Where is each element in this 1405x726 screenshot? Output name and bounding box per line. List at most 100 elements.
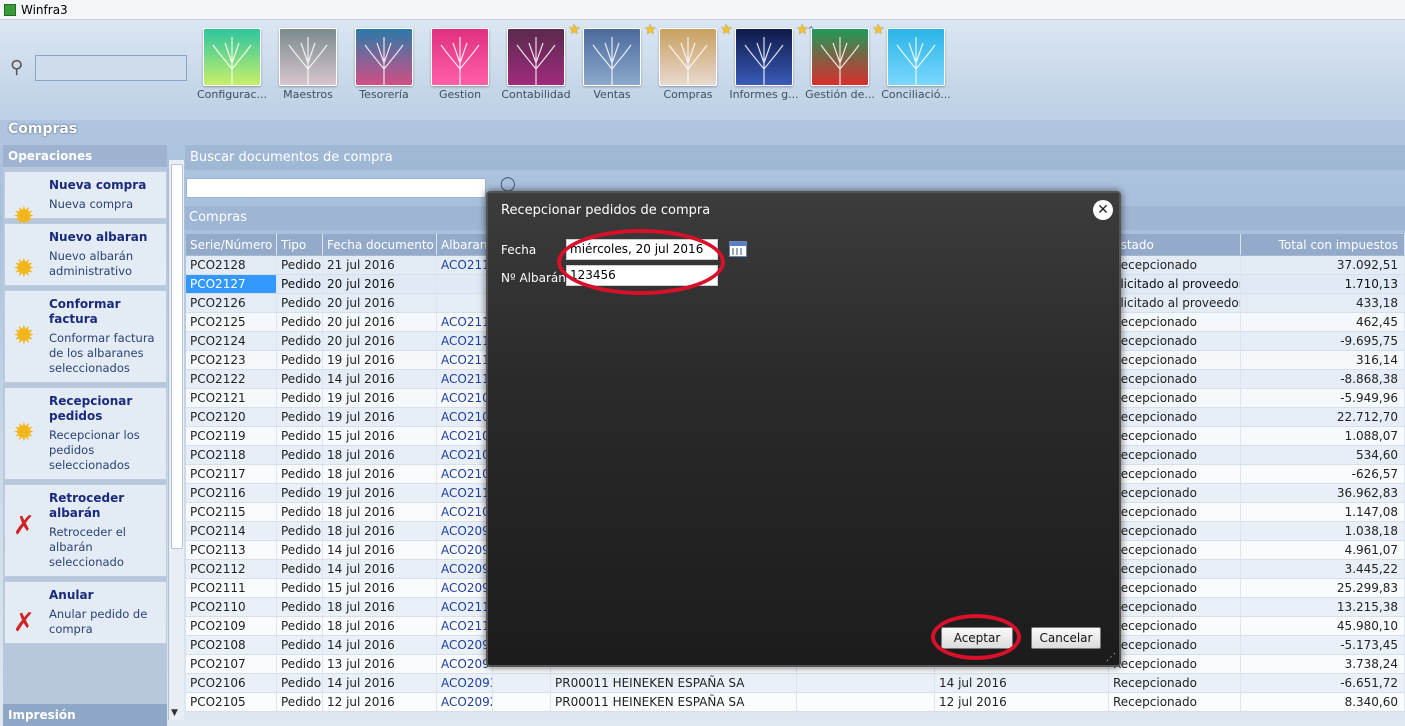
resize-grip-icon[interactable]: ⋰ xyxy=(1106,652,1116,663)
table-cell[interactable]: ACO211 xyxy=(437,370,493,388)
column-header[interactable]: Fecha documento xyxy=(323,234,437,255)
module-tile[interactable]: Maestros xyxy=(270,28,346,108)
table-cell: PCO2113 xyxy=(186,541,277,559)
module-tile[interactable]: ★ Conciliació... xyxy=(872,22,954,108)
table-cell[interactable]: ACO210 xyxy=(437,427,493,445)
table-cell[interactable]: ACO211 xyxy=(437,351,493,369)
table-cell: Pedido xyxy=(277,351,323,369)
table-cell: 15 jul 2016 xyxy=(323,427,437,445)
module-label: Compras xyxy=(663,88,713,101)
table-cell xyxy=(797,674,935,692)
document-search-input[interactable] xyxy=(186,178,486,198)
module-label: Conciliació... xyxy=(881,88,951,101)
module-tile[interactable]: Contabilidad xyxy=(498,28,574,108)
table-cell[interactable]: ACO210 xyxy=(437,389,493,407)
column-header[interactable]: Estado xyxy=(1109,234,1241,255)
scroll-down-icon[interactable]: ▼ xyxy=(171,708,178,718)
table-cell[interactable]: ACO209 xyxy=(437,579,493,597)
table-cell[interactable]: ACO209 xyxy=(437,560,493,578)
chevron-up-icon[interactable]: ⌃ xyxy=(806,24,816,38)
table-cell: Pedido xyxy=(277,275,323,293)
table-cell[interactable]: ACO211 xyxy=(437,598,493,616)
action-link[interactable]: Anular pedido de compra xyxy=(49,607,162,637)
module-tile[interactable]: Configurac... xyxy=(194,28,270,108)
module-tile[interactable]: ★ Ventas xyxy=(568,22,650,108)
table-cell[interactable]: ACO2092 xyxy=(437,693,493,711)
action-link[interactable]: Retroceder el albarán seleccionado xyxy=(49,525,162,570)
table-cell[interactable]: ACO209 xyxy=(437,636,493,654)
search-icon[interactable]: ⚲ xyxy=(10,57,23,78)
module-tile[interactable]: ★ Compras xyxy=(644,22,726,108)
table-cell: 25.299,83 xyxy=(1241,579,1405,597)
search-icon[interactable]: ◯ xyxy=(500,176,516,192)
sun-icon: ✹ xyxy=(13,418,35,448)
module-tile[interactable]: Tesorería xyxy=(346,28,422,108)
column-header[interactable]: Tipo xyxy=(277,234,323,255)
table-cell[interactable]: ACO211 xyxy=(437,256,493,274)
table-cell[interactable]: ACO211 xyxy=(437,617,493,635)
table-cell: Pedido xyxy=(277,579,323,597)
app-icon xyxy=(4,3,16,16)
cancel-button[interactable]: Cancelar xyxy=(1031,627,1101,649)
action-link[interactable]: Recepcionar los pedidos seleccionados xyxy=(49,428,162,473)
print-section-header[interactable]: Impresión xyxy=(3,704,167,726)
table-cell[interactable]: ACO209 xyxy=(437,522,493,540)
table-cell[interactable]: ACO210 xyxy=(437,465,493,483)
action-link[interactable]: Conformar factura de los albaranes selec… xyxy=(49,331,162,376)
action-item[interactable]: ✹ Conformar factura Conformar factura de l… xyxy=(4,290,167,383)
table-cell[interactable]: ACO211 xyxy=(437,313,493,331)
action-item[interactable]: ✗ Retroceder albarán Retroceder el albarán… xyxy=(4,484,167,577)
column-header[interactable]: Albaran xyxy=(437,234,493,255)
action-link[interactable]: Nuevo albarán administrativo xyxy=(49,249,162,279)
close-icon[interactable]: ✕ xyxy=(1093,200,1113,220)
table-cell: 8.340,60 xyxy=(1241,693,1405,711)
table-row[interactable]: PCO2105 Pedido 12 jul 2016 ACO2092 PR00011 H… xyxy=(186,693,1405,712)
module-tile[interactable]: Gestion xyxy=(422,28,498,108)
operations-header: Operaciones xyxy=(3,145,167,167)
scrollbar-thumb[interactable] xyxy=(171,164,183,549)
table-cell[interactable]: ACO210 xyxy=(437,408,493,426)
table-cell: PCO2125 xyxy=(186,313,277,331)
table-cell: Pedido xyxy=(277,446,323,464)
table-cell: Pedido xyxy=(277,636,323,654)
tree-icon xyxy=(279,28,337,86)
column-header[interactable]: Total con impuestos xyxy=(1241,234,1405,255)
table-cell: 18 jul 2016 xyxy=(323,522,437,540)
table-cell[interactable]: ACO210 xyxy=(437,503,493,521)
table-cell: 14 jul 2016 xyxy=(323,636,437,654)
action-item[interactable]: ✹ Nueva compra Nueva compra xyxy=(4,171,167,232)
table-cell: Recepcionado xyxy=(1109,332,1241,350)
module-tile[interactable]: ★ Informes g... xyxy=(720,22,802,108)
calendar-icon[interactable] xyxy=(729,241,747,257)
table-cell[interactable]: ACO211 xyxy=(437,332,493,350)
table-cell: PCO2123 xyxy=(186,351,277,369)
table-cell: 462,45 xyxy=(1241,313,1405,331)
table-cell[interactable] xyxy=(437,294,493,312)
table-cell: Recepcionado xyxy=(1109,389,1241,407)
action-item[interactable]: ✗ Anular Anular pedido de compra xyxy=(4,581,167,644)
table-cell: -5.949,96 xyxy=(1241,389,1405,407)
tree-icon xyxy=(659,28,717,86)
table-cell[interactable]: ACO209 xyxy=(437,541,493,559)
table-cell[interactable]: ACO209 xyxy=(437,655,493,673)
module-search-input[interactable] xyxy=(35,55,187,81)
action-item[interactable]: ✹ Nuevo albaran Nuevo albarán administrati… xyxy=(4,223,167,286)
action-link[interactable]: Nueva compra xyxy=(49,197,162,212)
table-cell[interactable] xyxy=(437,275,493,293)
table-cell: 13.215,38 xyxy=(1241,598,1405,616)
table-cell: olicitado al proveedor xyxy=(1109,294,1241,312)
table-cell xyxy=(797,693,935,711)
action-item[interactable]: ✹ Recepcionar pedidos Recepcionar los pedi… xyxy=(4,387,167,480)
table-cell: Recepcionado xyxy=(1109,598,1241,616)
table-cell[interactable]: ACO211 xyxy=(437,484,493,502)
column-header[interactable]: Serie/Número xyxy=(186,234,277,255)
table-cell[interactable]: ACO210 xyxy=(437,446,493,464)
table-cell: Recepcionado xyxy=(1109,579,1241,597)
module-tile[interactable]: ★ Gestión de... xyxy=(796,22,878,108)
table-cell: 15 jul 2016 xyxy=(323,579,437,597)
table-row[interactable]: PCO2106 Pedido 14 jul 2016 ACO2093 PR00011 H… xyxy=(186,674,1405,693)
left-scrollbar[interactable]: ▼ xyxy=(168,160,184,720)
tree-icon xyxy=(431,28,489,86)
table-cell[interactable]: ACO2093 xyxy=(437,674,493,692)
table-cell: Recepcionado xyxy=(1109,313,1241,331)
